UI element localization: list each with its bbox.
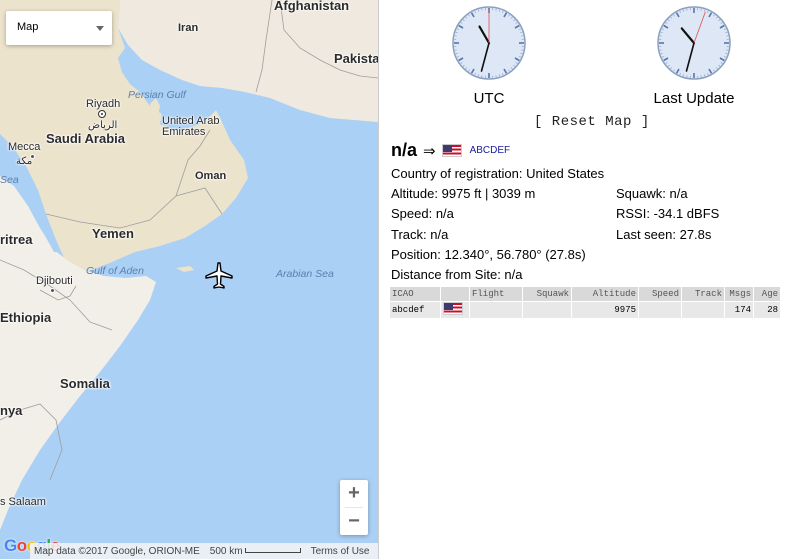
selected-callsign: n/a xyxy=(391,140,418,160)
label-gulf-of-aden: Gulf of Aden xyxy=(86,265,144,277)
squawk-info: Squawk: n/a xyxy=(616,186,688,201)
chevron-down-icon xyxy=(96,26,104,31)
info-panel: UTC Last Update [ Reset Map ] n/a ⇒ ABCD… xyxy=(378,0,800,559)
label-red-sea: Sea xyxy=(0,174,19,186)
label-mecca-arabic: مكة xyxy=(16,156,33,167)
utc-clock-label: UTC xyxy=(473,90,505,107)
capital-marker-riyadh xyxy=(98,110,106,118)
label-saudi-arabia: Saudi Arabia xyxy=(46,131,125,146)
track-info: Track: n/a xyxy=(391,227,449,242)
label-oman: Oman xyxy=(195,170,227,182)
last-seen-info: Last seen: 27.8s xyxy=(616,227,712,242)
label-djibouti: Djibouti xyxy=(36,275,73,287)
aircraft-table: ICAO Flight Squawk Altitude Speed Track … xyxy=(389,286,781,319)
label-afghanistan: Afghanistan xyxy=(274,0,350,13)
zoom-in-button[interactable]: + xyxy=(340,480,368,507)
label-riyadh: Riyadh xyxy=(86,98,121,110)
label-ethiopia: Ethiopia xyxy=(0,310,52,325)
us-flag-icon xyxy=(443,302,463,315)
col-header-age[interactable]: Age xyxy=(754,287,780,301)
map-view[interactable]: Afghanistan Iran Pakista Riyadh الرياض P… xyxy=(0,0,378,559)
col-header-icao[interactable]: ICAO xyxy=(390,287,440,301)
map-type-label: Map xyxy=(17,21,39,33)
reset-map-button[interactable]: [ Reset Map ] xyxy=(534,114,650,130)
altitude-info: Altitude: 9975 ft | 3039 m xyxy=(391,186,536,201)
aircraft-marker-icon[interactable] xyxy=(204,260,234,290)
cell-icao: abcdef xyxy=(390,302,440,318)
label-yemen: Yemen xyxy=(92,226,134,241)
label-kenya: nya xyxy=(0,403,23,418)
us-flag-icon xyxy=(441,144,462,157)
label-arabian-sea: Arabian Sea xyxy=(276,268,334,280)
rssi-info: RSSI: -34.1 dBFS xyxy=(616,206,720,221)
map-type-dropdown[interactable]: Map xyxy=(6,11,112,45)
label-riyadh-arabic: الرياض xyxy=(88,120,118,131)
col-header-flag[interactable] xyxy=(441,287,469,301)
right-arrow-icon: ⇒ xyxy=(423,141,436,160)
map-attribution-bar: Map data ©2017 Google, ORION-ME 500 km T… xyxy=(30,543,378,559)
col-header-squawk[interactable]: Squawk xyxy=(523,287,571,301)
col-header-speed[interactable]: Speed xyxy=(639,287,681,301)
terms-of-use-link[interactable]: Terms of Use xyxy=(311,546,370,557)
table-header-row: ICAO Flight Squawk Altitude Speed Track … xyxy=(390,287,780,301)
col-header-track[interactable]: Track xyxy=(682,287,724,301)
country-of-registration: Country of registration: United States xyxy=(391,166,605,181)
map-scale-label: 500 km xyxy=(209,545,243,557)
clock-face-icon xyxy=(657,6,731,80)
speed-info: Speed: n/a xyxy=(391,206,454,221)
cell-flag xyxy=(441,302,469,318)
col-header-altitude[interactable]: Altitude xyxy=(572,287,638,301)
label-somalia: Somalia xyxy=(60,376,110,391)
icao-hex-link[interactable]: ABCDEF xyxy=(470,145,511,156)
utc-clock: UTC xyxy=(429,4,549,107)
zoom-out-button[interactable]: − xyxy=(340,508,368,535)
label-pakistan: Pakista xyxy=(334,51,378,66)
zoom-control: + − xyxy=(340,480,368,535)
cell-squawk xyxy=(523,302,571,318)
label-mecca: Mecca xyxy=(8,141,41,153)
cell-altitude: 9975 xyxy=(572,302,638,318)
label-iran: Iran xyxy=(178,22,199,34)
label-dar-es-salaam: s Salaam xyxy=(0,496,46,508)
label-persian-gulf: Persian Gulf xyxy=(128,89,186,101)
selected-aircraft-heading: n/a ⇒ ABCDEF xyxy=(391,140,510,161)
scale-bar-icon xyxy=(244,548,301,554)
col-header-flight[interactable]: Flight xyxy=(470,287,522,301)
position-info: Position: 12.340°, 56.780° (27.8s) xyxy=(391,247,586,262)
cell-flight xyxy=(470,302,522,318)
cell-track xyxy=(682,302,724,318)
label-eritrea: ritrea xyxy=(0,232,33,247)
cell-msgs: 174 xyxy=(725,302,753,318)
table-row[interactable]: abcdef 9975 174 28 xyxy=(390,302,780,318)
map-scale: 500 km xyxy=(210,546,301,557)
cell-speed xyxy=(639,302,681,318)
city-marker-djibouti xyxy=(50,288,55,293)
cell-age: 28 xyxy=(754,302,780,318)
col-header-msgs[interactable]: Msgs xyxy=(725,287,753,301)
last-update-clock: Last Update xyxy=(634,4,754,107)
map-data-attribution[interactable]: Map data ©2017 Google, ORION-ME xyxy=(34,546,200,557)
last-update-clock-label: Last Update xyxy=(653,90,735,107)
distance-info: Distance from Site: n/a xyxy=(391,267,523,282)
label-uae: United Arab Emirates xyxy=(162,115,220,138)
clock-face-icon xyxy=(452,6,526,80)
